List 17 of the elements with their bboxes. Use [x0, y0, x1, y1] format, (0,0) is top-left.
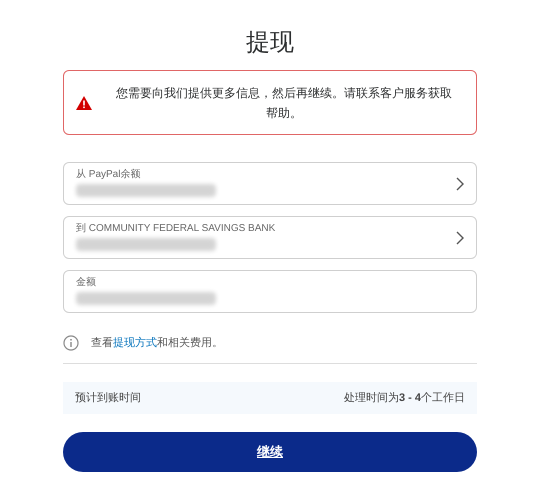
field-label: 到 COMMUNITY FEDERAL SAVINGS BANK [76, 224, 276, 234]
chevron-right-icon [456, 230, 464, 244]
continue-button[interactable]: 继续 [63, 432, 477, 472]
chevron-right-icon [456, 176, 464, 190]
withdraw-methods-link[interactable]: 提现方式 [113, 336, 157, 349]
form-field[interactable]: 金额 [63, 270, 477, 313]
field-label: 金额 [76, 278, 97, 288]
estimate-value: 处理时间为3 - 4个工作日 [344, 390, 465, 406]
estimate-label: 预计到账时间 [75, 390, 141, 406]
page-title: 提现 [245, 28, 295, 58]
form-field[interactable]: 从 PayPal余额 [63, 162, 477, 205]
field-label: 从 PayPal余额 [76, 170, 142, 180]
form-field[interactable]: 到 COMMUNITY FEDERAL SAVINGS BANK [63, 216, 477, 259]
info-text: 查看提现方式和相关费用。 [91, 336, 223, 351]
warning-icon [76, 96, 92, 110]
info-icon [63, 335, 79, 351]
alert-message: 您需要向我们提供更多信息，然后再继续。请联系客户服务获取帮助。 [115, 84, 453, 122]
